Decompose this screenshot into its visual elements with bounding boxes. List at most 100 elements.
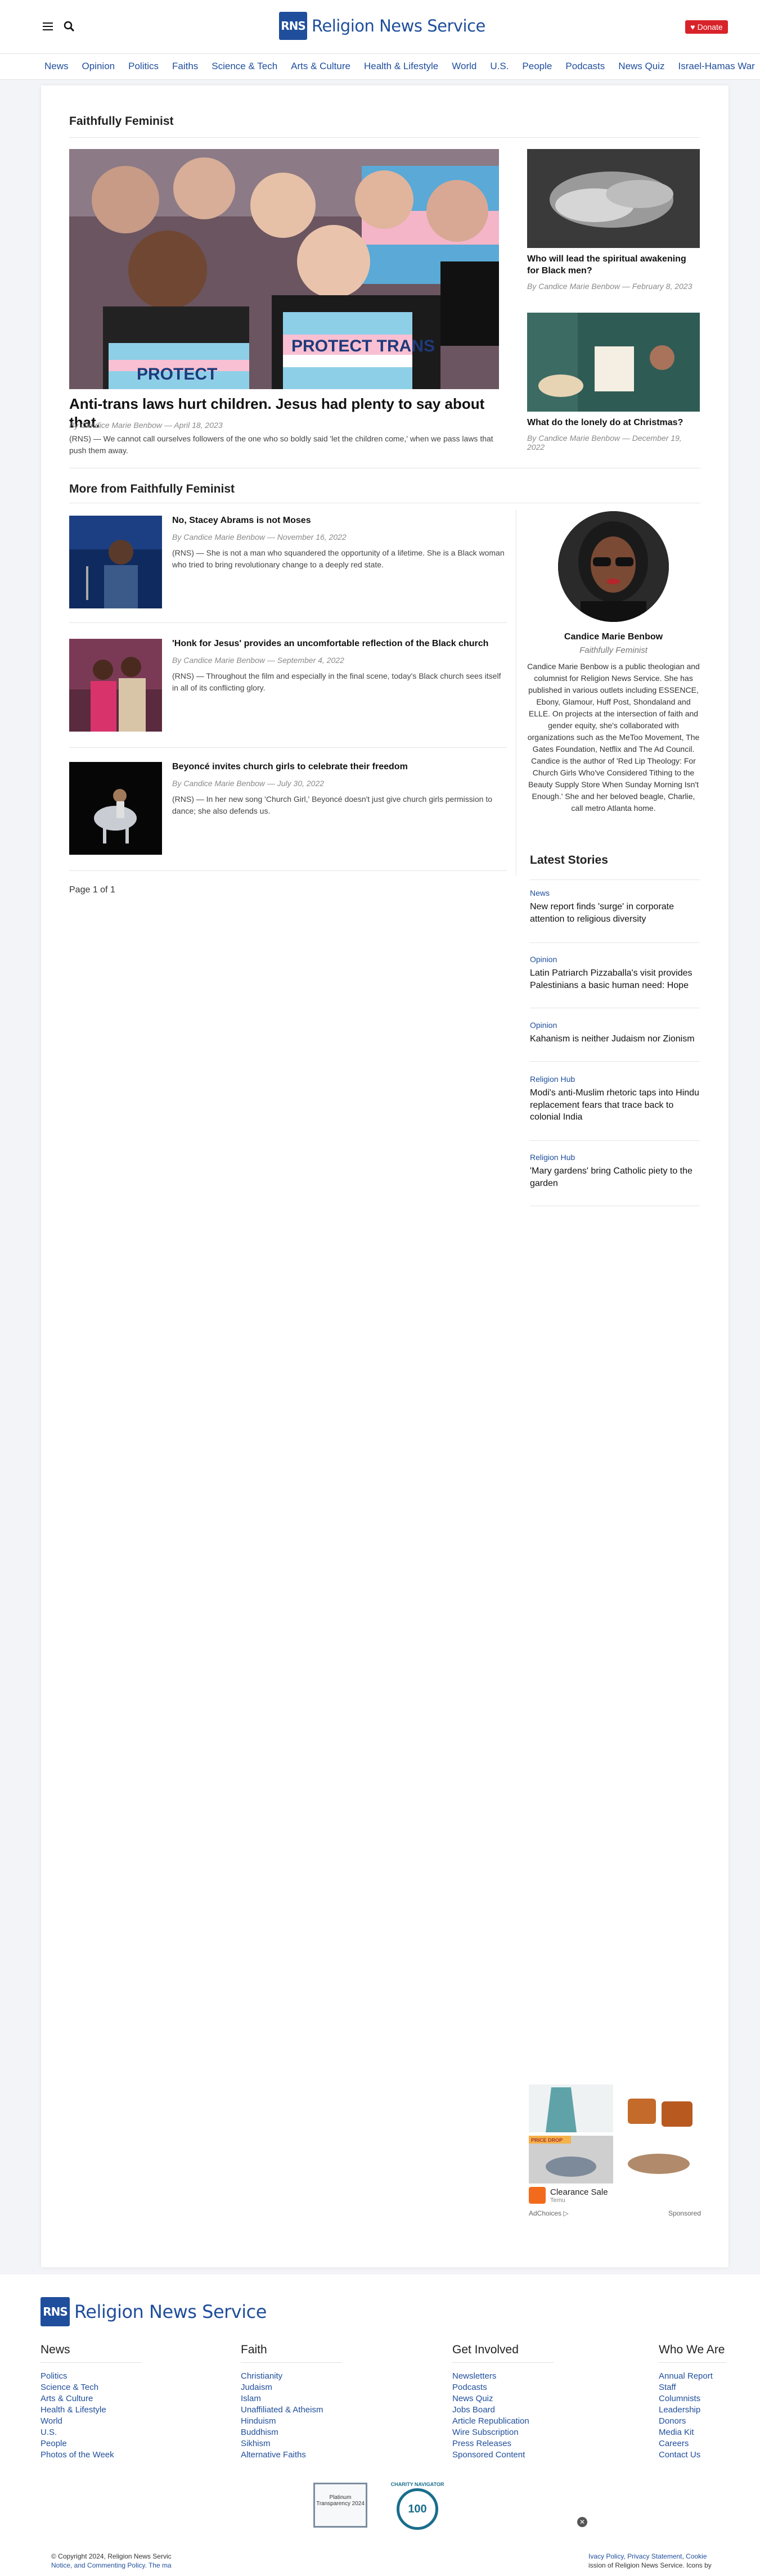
nav-item-people[interactable]: People <box>522 61 552 72</box>
advertisement[interactable]: PRICE DROP Clearance Sale Temu AdChoices… <box>529 2085 701 2219</box>
footer-link[interactable]: Sikhism <box>241 2438 342 2449</box>
footer-link[interactable]: Islam <box>241 2393 342 2404</box>
nav-item-world[interactable]: World <box>452 61 476 72</box>
latest-story[interactable]: Religion Hub Modi's anti-Muslim rhetoric… <box>530 1075 700 1124</box>
latest-story-headline[interactable]: Kahanism is neither Judaism nor Zionism <box>530 1033 700 1045</box>
latest-story-category[interactable]: Opinion <box>530 955 700 964</box>
menu-icon[interactable] <box>43 22 53 30</box>
nav-item-news[interactable]: News <box>44 61 69 72</box>
list-item-image[interactable] <box>69 762 162 855</box>
latest-story[interactable]: Religion Hub 'Mary gardens' bring Cathol… <box>530 1153 700 1189</box>
footer-link[interactable]: Unaffiliated & Atheism <box>241 2404 342 2416</box>
side-feature-image[interactable] <box>527 149 700 248</box>
footer-link[interactable]: Christianity <box>241 2371 342 2382</box>
latest-story[interactable]: Opinion Latin Patriarch Pizzaballa's vis… <box>530 955 700 991</box>
footer-link[interactable]: Buddhism <box>241 2427 342 2438</box>
site-logo[interactable]: RNS Religion News Service <box>279 11 485 40</box>
nav-item-us[interactable]: U.S. <box>490 61 509 72</box>
footer-link[interactable]: Donors <box>659 2416 726 2427</box>
footer-link[interactable]: Podcasts <box>452 2382 554 2393</box>
list-item-image[interactable] <box>69 516 162 608</box>
close-icon[interactable]: ✕ <box>577 2517 587 2527</box>
policy-links[interactable]: Ivacy Policy, Privacy Statement, Cookie <box>588 2552 723 2561</box>
ad-advertiser[interactable]: Clearance Sale <box>550 2187 608 2197</box>
side-feature-title[interactable]: Who will lead the spiritual awakening fo… <box>527 254 700 277</box>
latest-story-headline[interactable]: Modi's anti-Muslim rhetoric taps into Hi… <box>530 1087 700 1124</box>
list-item[interactable]: No, Stacey Abrams is not Moses By Candic… <box>69 516 507 610</box>
nav-item-israel-hamas-war[interactable]: Israel-Hamas War <box>678 61 754 72</box>
latest-story-category[interactable]: Opinion <box>530 1021 700 1030</box>
nav-item-faiths[interactable]: Faiths <box>172 61 198 72</box>
footer-link[interactable]: Arts & Culture <box>41 2393 142 2404</box>
nav-item-arts-culture[interactable]: Arts & Culture <box>291 61 350 72</box>
nav-item-science-tech[interactable]: Science & Tech <box>212 61 277 72</box>
side-feature[interactable]: Who will lead the spiritual awakening fo… <box>527 149 700 291</box>
list-item[interactable]: 'Honk for Jesus' provides an uncomfortab… <box>69 639 507 733</box>
footer-link[interactable]: Alternative Faiths <box>241 2449 342 2461</box>
footer-link[interactable]: Leadership <box>659 2404 726 2416</box>
footer-link[interactable]: Hinduism <box>241 2416 342 2427</box>
footer-link[interactable]: Staff <box>659 2382 726 2393</box>
footer-link[interactable]: Columnists <box>659 2393 726 2404</box>
ad-image[interactable] <box>617 2136 701 2183</box>
footer-link[interactable]: Judaism <box>241 2382 342 2393</box>
latest-story-headline[interactable]: Latin Patriarch Pizzaballa's visit provi… <box>530 967 700 991</box>
side-feature-title[interactable]: What do the lonely do at Christmas? <box>527 417 700 429</box>
footer-link[interactable]: Contact Us <box>659 2449 726 2461</box>
ad-image[interactable]: PRICE DROP <box>529 2136 613 2183</box>
ad-image[interactable] <box>617 2085 701 2132</box>
footer-link[interactable]: World <box>41 2416 142 2427</box>
author-name[interactable]: Candice Marie Benbow <box>527 632 700 642</box>
list-item-title[interactable]: Beyoncé invites church girls to celebrat… <box>172 762 507 772</box>
latest-story-category[interactable]: Religion Hub <box>530 1075 700 1084</box>
footer-link[interactable]: Press Releases <box>452 2438 554 2449</box>
footer-link[interactable]: U.S. <box>41 2427 142 2438</box>
footer-link[interactable]: Annual Report <box>659 2371 726 2382</box>
hands-photo <box>527 149 700 248</box>
footer-link[interactable]: News Quiz <box>452 2393 554 2404</box>
footer-link[interactable]: Wire Subscription <box>452 2427 554 2438</box>
footer-link[interactable]: People <box>41 2438 142 2449</box>
list-item-title[interactable]: No, Stacey Abrams is not Moses <box>172 516 507 526</box>
footer-logo[interactable]: RNS Religion News Service <box>41 2297 267 2326</box>
side-feature-image[interactable] <box>527 313 700 412</box>
latest-story-category[interactable]: News <box>530 888 700 897</box>
adchoices-link[interactable]: AdChoices ▷ <box>529 2209 569 2217</box>
latest-story[interactable]: Opinion Kahanism is neither Judaism nor … <box>530 1021 700 1045</box>
nav-item-podcasts[interactable]: Podcasts <box>565 61 605 72</box>
side-feature[interactable]: What do the lonely do at Christmas? By C… <box>527 313 700 452</box>
latest-story-headline[interactable]: 'Mary gardens' bring Catholic piety to t… <box>530 1165 700 1189</box>
footer-column-faith: Faith Christianity Judaism Islam Unaffil… <box>241 2343 342 2461</box>
search-icon[interactable] <box>63 20 75 33</box>
author-avatar[interactable] <box>558 511 669 622</box>
ad-image[interactable] <box>529 2085 613 2132</box>
footer-link[interactable]: Article Republication <box>452 2416 554 2427</box>
latest-story-headline[interactable]: New report finds 'surge' in corporate at… <box>530 901 700 925</box>
footer-link[interactable]: Jobs Board <box>452 2404 554 2416</box>
ad-logo[interactable] <box>529 2187 546 2204</box>
list-item-image[interactable] <box>69 639 162 732</box>
nav-item-opinion[interactable]: Opinion <box>82 61 115 72</box>
charity-navigator-badge[interactable]: CHARITY NAVIGATOR 100 <box>381 2482 454 2530</box>
latest-story-category[interactable]: Religion Hub <box>530 1153 700 1162</box>
donate-button[interactable]: ♥ Donate <box>685 20 728 34</box>
footer-link[interactable]: Careers <box>659 2438 726 2449</box>
hero-byline: By Candice Marie Benbow — April 18, 2023 <box>69 421 223 430</box>
footer-link[interactable]: Science & Tech <box>41 2382 142 2393</box>
nav-item-politics[interactable]: Politics <box>128 61 159 72</box>
latest-story[interactable]: News New report finds 'surge' in corpora… <box>530 888 700 925</box>
footer-link[interactable]: Newsletters <box>452 2371 554 2382</box>
list-item-title[interactable]: 'Honk for Jesus' provides an uncomfortab… <box>172 639 507 649</box>
nav-item-health-lifestyle[interactable]: Health & Lifestyle <box>364 61 438 72</box>
site-footer: RNS Religion News Service News Politics … <box>0 2275 760 2576</box>
footer-link[interactable]: Politics <box>41 2371 142 2382</box>
footer-link[interactable]: Health & Lifestyle <box>41 2404 142 2416</box>
hero-image[interactable]: PROTECT PROTECT TRANS <box>69 149 499 389</box>
transparency-badge[interactable]: Platinum Transparency 2024 <box>313 2483 367 2528</box>
footer-link[interactable]: Media Kit <box>659 2427 726 2438</box>
footer-link[interactable]: Sponsored Content <box>452 2449 554 2461</box>
nav-item-news-quiz[interactable]: News Quiz <box>618 61 664 72</box>
latest-stories-title: Latest Stories <box>530 854 608 867</box>
list-item[interactable]: Beyoncé invites church girls to celebrat… <box>69 762 507 856</box>
footer-link[interactable]: Photos of the Week <box>41 2449 142 2461</box>
